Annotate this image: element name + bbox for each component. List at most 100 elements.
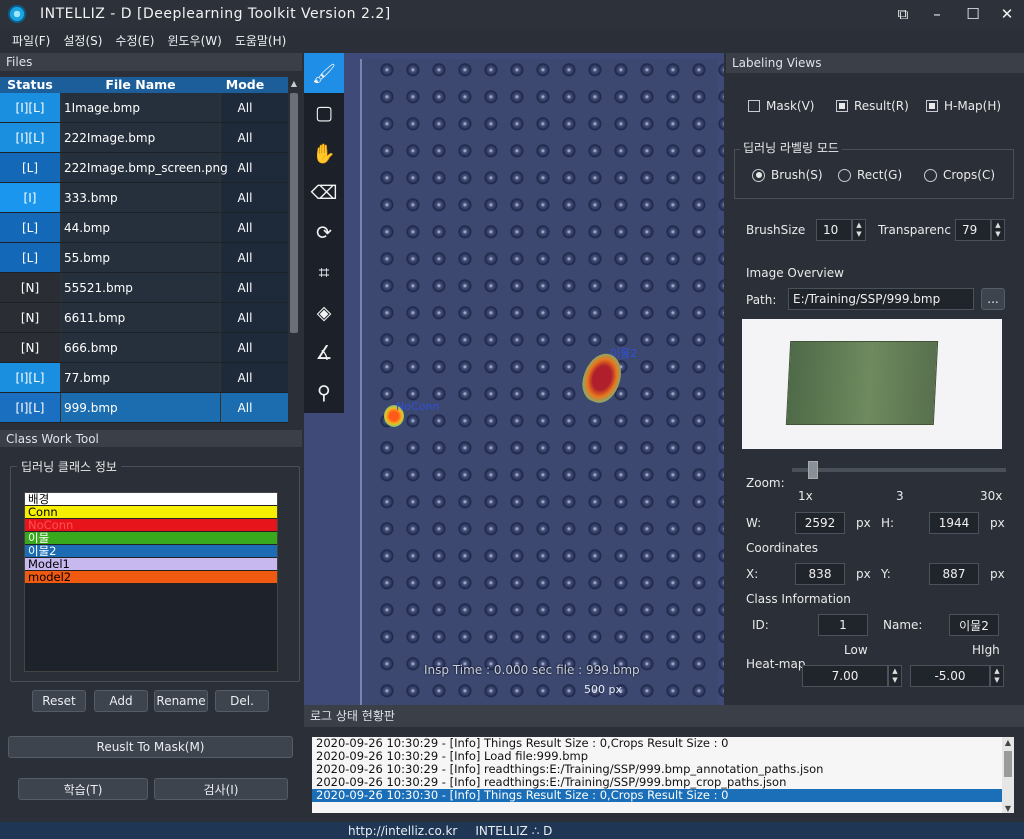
- file-name-cell: 222Image.bmp_screen.png: [60, 153, 228, 182]
- result-label: Result(R): [854, 99, 909, 113]
- class-list[interactable]: 배경 Conn NoConn 이물 이물2 Model1 model2: [24, 492, 278, 672]
- rect-tool-button[interactable]: ▢: [304, 93, 344, 133]
- result-checkbox[interactable]: Result(R): [836, 99, 909, 113]
- file-row[interactable]: [L] 55.bmp All: [0, 243, 288, 273]
- scroll-up-icon[interactable]: ▲: [288, 77, 300, 91]
- file-row[interactable]: [L] 222Image.bmp_screen.png All: [0, 153, 288, 183]
- file-row[interactable]: [I][L] 1Image.bmp All: [0, 93, 288, 123]
- column-file-name[interactable]: File Name: [60, 77, 221, 93]
- brush-radio[interactable]: Brush(S): [752, 168, 823, 182]
- heatmap-high-input[interactable]: -5.00: [910, 665, 990, 687]
- file-mode-cell: All: [237, 341, 253, 355]
- minimize-button[interactable]: –: [920, 0, 954, 28]
- heatmap-low-input[interactable]: 7.00: [802, 665, 888, 687]
- class-item[interactable]: 이물: [25, 532, 277, 545]
- fill-tool-button[interactable]: ◈: [304, 293, 344, 333]
- class-information-label: Class Information: [746, 592, 851, 606]
- train-button[interactable]: 학습(T): [18, 778, 148, 800]
- file-row[interactable]: [I] 333.bmp All: [0, 183, 288, 213]
- image-overview-label: Image Overview: [746, 266, 844, 280]
- menu-help[interactable]: 도움말(H): [235, 32, 287, 49]
- close-button[interactable]: ✕: [990, 0, 1024, 28]
- menu-edit[interactable]: 수정(E): [115, 32, 154, 49]
- file-row[interactable]: [N] 666.bmp All: [0, 333, 288, 363]
- rotate-tool-button[interactable]: ⟳: [304, 213, 344, 253]
- menu-settings[interactable]: 설정(S): [63, 32, 102, 49]
- rename-class-button[interactable]: Rename: [154, 690, 208, 712]
- restore-down-button[interactable]: ⧉: [886, 0, 920, 28]
- file-row[interactable]: [I][L] 77.bmp All: [0, 363, 288, 393]
- brush-size-stepper[interactable]: ▲ ▼: [852, 219, 866, 241]
- column-mode[interactable]: Mode: [221, 77, 269, 93]
- image-canvas[interactable]: NoConn 이물2 Insp Time : 0.000 sec file : …: [304, 53, 724, 705]
- y-label: Y:: [881, 567, 891, 581]
- labeling-panel-title: Labeling Views: [726, 53, 1024, 73]
- mask-checkbox[interactable]: Mask(V): [748, 99, 814, 113]
- column-status[interactable]: Status: [0, 77, 60, 93]
- transparency-input[interactable]: 79: [955, 219, 991, 241]
- radio-dot: [924, 168, 937, 182]
- file-row[interactable]: [I][L] 222Image.bmp All: [0, 123, 288, 153]
- menu-file[interactable]: 파일(F): [12, 32, 50, 49]
- file-status-cell: [I][L]: [0, 93, 60, 122]
- status-bar: http://intelliz.co.kr INTELLIZ ∴ D: [0, 822, 1024, 839]
- log-list[interactable]: 2020-09-26 10:30:29 - [Info] Things Resu…: [312, 737, 1006, 813]
- class-group-title: 딥러닝 클래스 정보: [17, 458, 121, 475]
- files-scroll-thumb[interactable]: [290, 93, 298, 333]
- file-row[interactable]: [I][L] 999.bmp All: [0, 393, 288, 423]
- pan-tool-button[interactable]: ✋: [304, 133, 344, 173]
- inspect-button[interactable]: 검사(I): [154, 778, 288, 800]
- transparency-stepper[interactable]: ▲ ▼: [991, 219, 1005, 241]
- menu-window[interactable]: 윈도우(W): [167, 32, 221, 49]
- scroll-down-icon[interactable]: ▼: [1002, 804, 1014, 813]
- brush-size-label: BrushSize: [746, 223, 806, 237]
- image-overview[interactable]: [742, 319, 1002, 449]
- log-scrollbar[interactable]: ▲ ▼: [1002, 737, 1014, 813]
- log-scroll-thumb[interactable]: [1004, 751, 1012, 777]
- file-status-cell: [N]: [0, 333, 60, 362]
- file-name-cell: 1Image.bmp: [60, 93, 221, 122]
- reset-class-button[interactable]: Reset: [32, 690, 86, 712]
- file-row[interactable]: [L] 44.bmp All: [0, 213, 288, 243]
- brush-size-input[interactable]: 10: [816, 219, 852, 241]
- crops-radio[interactable]: Crops(C): [924, 168, 995, 182]
- file-status-cell: [I][L]: [0, 363, 60, 392]
- heatmap-high-stepper[interactable]: ▲ ▼: [990, 665, 1004, 687]
- scroll-up-icon[interactable]: ▲: [1002, 737, 1014, 749]
- file-status-cell: [L]: [0, 153, 60, 182]
- file-row[interactable]: [N] 6611.bmp All: [0, 303, 288, 333]
- path-label: Path:: [746, 293, 777, 307]
- zoom-slider-thumb[interactable]: [808, 461, 818, 479]
- label-mode-title: 딥러닝 라벨링 모드: [740, 139, 842, 156]
- zoom-slider-track[interactable]: [792, 468, 1006, 472]
- x-label: X:: [746, 567, 759, 581]
- class-item[interactable]: NoConn: [25, 519, 277, 532]
- browse-button[interactable]: ...: [981, 288, 1005, 310]
- files-scrollbar[interactable]: ▲ ▼: [288, 77, 300, 483]
- result-to-mask-button[interactable]: Reuslt To Mask(M): [8, 736, 293, 758]
- file-row[interactable]: [N] 55521.bmp All: [0, 273, 288, 303]
- class-item[interactable]: 배경: [25, 493, 277, 506]
- class-panel-title: Class Work Tool: [0, 430, 302, 447]
- heatmap-low-stepper[interactable]: ▲ ▼: [888, 665, 902, 687]
- website-link[interactable]: http://intelliz.co.kr: [348, 824, 457, 838]
- log-line[interactable]: 2020-09-26 10:30:30 - [Info] Things Resu…: [312, 789, 1006, 802]
- add-class-button[interactable]: Add: [94, 690, 148, 712]
- class-item[interactable]: model2: [25, 571, 277, 584]
- maximize-button[interactable]: ☐: [956, 0, 990, 28]
- name-label: Name:: [883, 618, 923, 632]
- file-name-cell: 666.bmp: [60, 333, 221, 362]
- brush-tool-button[interactable]: 🖌: [304, 53, 344, 93]
- file-name-cell: 44.bmp: [60, 213, 221, 242]
- eraser-tool-button[interactable]: ⌫: [304, 173, 344, 213]
- delete-class-button[interactable]: Del.: [215, 690, 269, 712]
- rect-radio[interactable]: Rect(G): [838, 168, 902, 182]
- hmap-checkbox[interactable]: H-Map(H): [926, 99, 1001, 113]
- angle-tool-button[interactable]: ∡: [304, 333, 344, 373]
- path-input[interactable]: E:/Training/SSP/999.bmp: [788, 288, 974, 310]
- search-tool-button[interactable]: ⚲: [304, 373, 344, 413]
- crop-tool-button[interactable]: ⌗: [304, 253, 344, 293]
- coordinates-label: Coordinates: [746, 541, 819, 555]
- file-status-cell: [L]: [0, 243, 60, 272]
- height-unit: px: [990, 516, 1005, 530]
